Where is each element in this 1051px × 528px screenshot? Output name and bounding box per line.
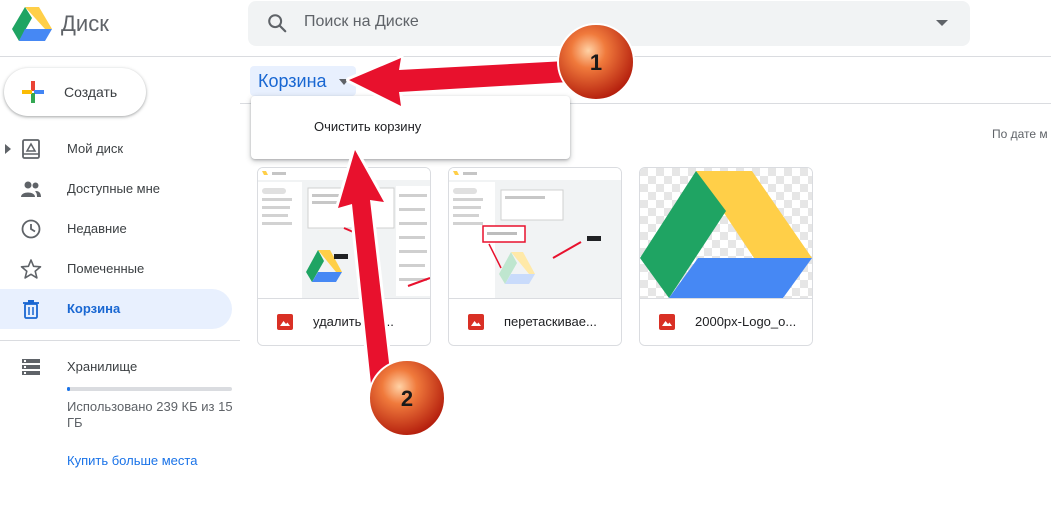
buy-storage-link[interactable]: Купить больше места [67,453,197,468]
sidebar-item-trash[interactable]: Корзина [0,289,232,329]
storage-usage-fill [67,387,71,391]
expand-caret-icon[interactable] [4,143,12,155]
marker-2-label: 2 [401,386,413,411]
file-name: 2000px-Logo_o... [695,314,797,329]
sidebar-item-my-drive[interactable]: Мой диск [0,129,232,169]
menu-item-label: Очистить корзину [314,119,422,134]
sidebar-item-recent[interactable]: Недавние [0,209,232,249]
chevron-down-icon [339,79,349,85]
file-card[interactable]: перетаскиваe... [448,167,622,346]
image-file-icon [659,314,675,330]
sidebar-item-shared[interactable]: Доступные мне [0,169,232,209]
star-icon [20,259,42,279]
file-thumbnail [258,168,430,298]
file-card-footer: перетаскиваe... [449,298,621,345]
storage-icon [22,359,40,375]
image-file-icon [277,314,293,330]
top-bar: Диск [0,0,1051,57]
sidebar-item-label: Помеченные [67,261,145,276]
sidebar-item-label: Корзина [67,301,121,316]
sidebar-item-label: Мой диск [67,141,124,156]
file-card[interactable]: удалить фа... [257,167,431,346]
my-drive-icon [22,139,40,159]
file-thumbnail [640,168,812,298]
sort-label[interactable]: По дате м [992,127,1048,141]
sidebar-item-storage[interactable]: Хранилище [0,347,232,387]
sidebar-item-starred[interactable]: Помеченные [0,249,232,289]
file-card-footer: удалить фа... [258,298,430,345]
file-card-footer: 2000px-Logo_o... [640,298,812,345]
storage-usage-bar [67,387,232,391]
plus-icon [22,81,44,103]
storage-used-text: Использовано 239 КБ из 15 ГБ [67,399,233,430]
sidebar-item-label: Доступные мне [67,181,161,196]
empty-trash-menu-item[interactable]: Очистить корзину [251,108,570,146]
search-bar[interactable] [248,1,970,46]
sidebar-divider [0,340,240,341]
sidebar-item-label: Недавние [67,221,127,236]
search-options-dropdown-icon[interactable] [934,15,950,31]
trash-icon [23,300,39,319]
file-name: удалить фа... [313,314,394,329]
breadcrumb-trash-dropdown[interactable]: Корзина [250,66,356,96]
page-title: Корзина [258,71,327,91]
create-button[interactable]: Создать [4,68,146,116]
clock-icon [21,219,41,239]
file-card[interactable]: 2000px-Logo_o... [639,167,813,346]
search-icon[interactable] [266,12,288,34]
app-name: Диск [61,11,109,36]
create-button-label: Создать [64,84,118,100]
image-file-icon [468,314,484,330]
drive-logo-icon[interactable] [12,6,52,42]
file-name: перетаскиваe... [504,314,597,329]
shared-people-icon [21,181,41,197]
annotation-marker-2: 2 [368,359,446,437]
search-input[interactable] [304,13,904,31]
trash-context-menu: Очистить корзину [251,96,570,159]
sidebar-item-label: Хранилище [67,359,138,374]
file-thumbnail [449,168,621,298]
